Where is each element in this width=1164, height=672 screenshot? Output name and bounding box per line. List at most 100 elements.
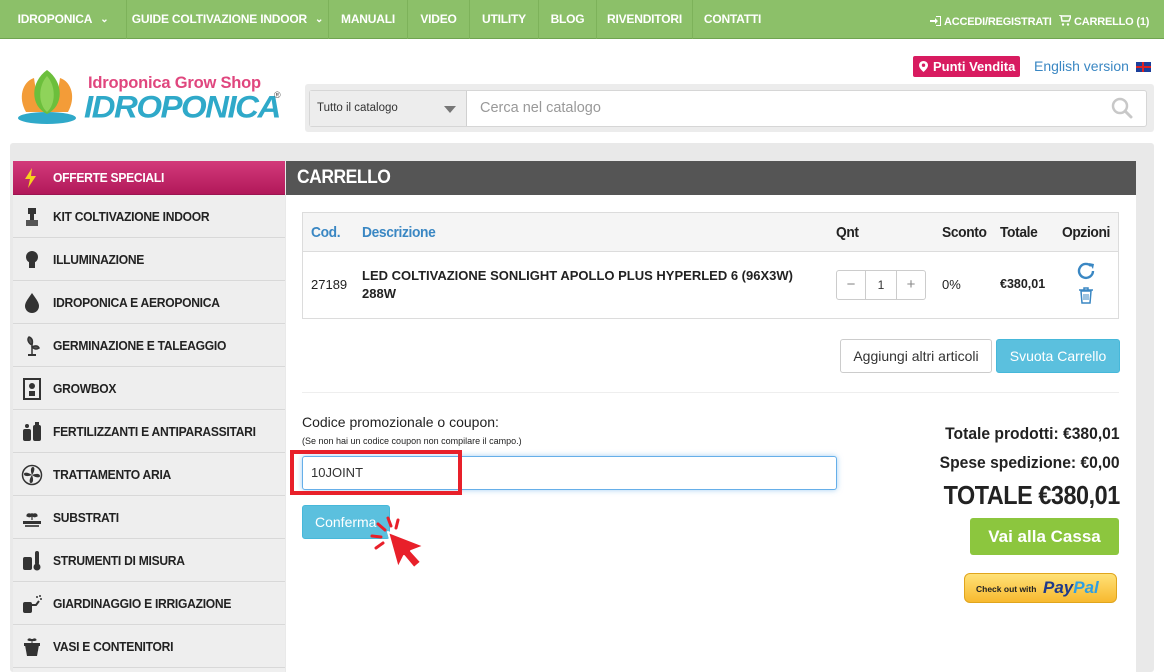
add-more-items-button[interactable]: Aggiungi altri articoli [840,339,992,373]
nav-guide[interactable]: GUIDE COLTIVAZIONE INDOOR ⌄ [127,0,329,39]
nav-video[interactable]: VIDEO [408,0,470,39]
drop-icon [25,293,39,313]
punti-vendita-button[interactable]: Punti Vendita [913,56,1020,77]
sidebar-item-label: GROWBOX [53,381,117,396]
nav-label: MANUALI [341,12,395,26]
empty-cart-button[interactable]: Svuota Carrello [996,339,1120,373]
login-link[interactable]: ACCEDI/REGISTRATI [930,0,1052,39]
header-total: Totale [1000,224,1038,241]
top-navigation-bar: IDROPONICA ⌄ GUIDE COLTIVAZIONE INDOOR ⌄ M… [0,0,1164,39]
kit-icon [26,208,38,226]
sidebar-item-vasi[interactable]: VASI E CONTENITORI [13,626,285,668]
cart-label: CARRELLO (1) [1074,16,1150,28]
header-qty: Qnt [836,224,859,241]
paypal-checkout-label: Check out with [976,584,1037,594]
nav-label: IDROPONICA [17,12,93,26]
cart-table: Cod. Descrizione Qnt Sconto Totale Opzio… [302,212,1119,319]
nav-contatti[interactable]: CONTATTI [693,0,772,39]
sidebar-item-substrati[interactable]: SUBSTRATI [13,497,285,539]
header-code[interactable]: Cod. [311,213,341,252]
pot-icon [24,638,40,656]
refresh-icon[interactable] [1077,262,1097,280]
nav-label: RIVENDITORI [607,12,682,26]
sidebar-item-label: KIT COLTIVAZIONE INDOOR [53,209,210,224]
sidebar-item-offerte-speciali[interactable]: OFFERTE SPECIALI [13,161,285,195]
decrease-button[interactable]: − [837,271,865,299]
sidebar-item-germinazione[interactable]: GERMINAZIONE E TALEAGGIO [13,325,285,367]
header-description[interactable]: Descrizione [362,213,436,252]
thermometer-icon [23,551,41,571]
category-select[interactable]: Tutto il catalogo [310,91,467,126]
caret-down-icon [444,106,456,113]
soil-icon [23,513,41,527]
nav-rivenditori[interactable]: RIVENDITORI [597,0,693,39]
paypal-logo-pay: Pay [1043,578,1074,597]
lightning-icon [25,168,36,188]
bottles-icon [23,422,41,441]
fan-icon [21,464,43,486]
sidebar-item-label: STRUMENTI DI MISURA [53,553,185,568]
increase-button[interactable]: + [897,271,925,299]
item-total: €380,01 [1000,277,1046,291]
growbox-icon [23,378,41,400]
sidebar-item-kit-coltivazione[interactable]: KIT COLTIVAZIONE INDOOR [13,196,285,238]
login-label: ACCEDI/REGISTRATI [944,16,1052,28]
cart-table-header: Cod. Descrizione Qnt Sconto Totale Opzio… [303,213,1118,252]
english-version-link[interactable]: English version [1034,58,1129,74]
trash-icon[interactable] [1078,287,1094,304]
sidebar-item-trattamento-aria[interactable]: TRATTAMENTO ARIA [13,454,285,496]
cart-title: CARRELLO [297,167,391,188]
item-code: 27189 [311,277,348,292]
quantity-value[interactable]: 1 [865,271,897,299]
sidebar-item-label: ILLUMINAZIONE [53,252,145,267]
nav-label: CONTATTI [703,12,762,26]
nav-idroponica[interactable]: IDROPONICA ⌄ [0,0,127,39]
map-pin-icon [919,61,928,72]
sidebar-item-strumenti-misura[interactable]: STRUMENTI DI MISURA [13,540,285,582]
header-discount: Sconto [942,224,987,241]
cart-title-bar: CARRELLO [286,161,1136,195]
chevron-down-icon: ⌄ [315,14,324,25]
item-description-line2[interactable]: 288W [362,286,396,301]
sidebar-item-growbox[interactable]: GROWBOX [13,368,285,410]
sidebar-item-label: OFFERTE SPECIALI [53,170,165,185]
sidebar-item-fertilizzanti[interactable]: FERTILIZZANTI E ANTIPARASSITARI [13,411,285,453]
sidebar-item-label: VASI E CONTENITORI [53,639,174,654]
total-products: Totale prodotti: €380,01 [945,424,1120,443]
nav-utility[interactable]: UTILITY [470,0,539,39]
paypal-checkout-button[interactable]: Check out with PayPal [964,573,1117,603]
sidebar-item-label: IDROPONICA E AEROPONICA [53,295,220,310]
bulb-icon [26,251,38,268]
shipping-cost: Spese spedizione: €0,00 [940,453,1120,472]
sidebar-item-label: GERMINAZIONE E TALEAGGIO [53,338,227,353]
category-select-value: Tutto il catalogo [317,102,398,114]
sidebar-item-label: GIARDINAGGIO E IRRIGAZIONE [53,596,232,611]
quantity-stepper: − 1 + [836,270,926,300]
click-cursor-icon [370,516,425,569]
paypal-logo: PayPal [1043,578,1099,598]
nav-blog[interactable]: BLOG [539,0,597,39]
item-discount: 0% [942,277,961,292]
highlight-box [290,450,462,495]
cart-icon [1059,14,1073,26]
coupon-label: Codice promozionale o coupon: [302,414,499,430]
sidebar-item-giardinaggio[interactable]: GIARDINAGGIO E IRRIGAZIONE [13,583,285,625]
cart-link[interactable]: CARRELLO (1) [1059,0,1149,39]
sidebar-item-idroponica-aeroponica[interactable]: IDROPONICA E AEROPONICA [13,282,285,324]
divider [302,392,1119,393]
chevron-down-icon: ⌄ [100,14,109,25]
checkout-button[interactable]: Vai alla Cassa [970,518,1119,555]
logo-leaf-icon[interactable] [16,68,78,128]
header-options: Opzioni [1062,224,1111,241]
uk-flag-icon[interactable] [1136,62,1151,72]
logo-name[interactable]: IDROPONICA [84,89,281,125]
sidebar-item-illuminazione[interactable]: ILLUMINAZIONE [13,239,285,281]
sprout-icon [27,336,40,356]
nav-manuali[interactable]: MANUALI [329,0,408,39]
search-placeholder: Cerca nel catalogo [480,100,601,116]
sidebar-item-label: FERTILIZZANTI E ANTIPARASSITARI [53,424,256,439]
grand-total: TOTALE €380,01 [943,480,1121,510]
item-description-line1[interactable]: LED COLTIVAZIONE SONLIGHT APOLLO PLUS HY… [362,268,793,283]
sign-in-icon [930,16,941,26]
search-icon[interactable] [1111,97,1133,119]
